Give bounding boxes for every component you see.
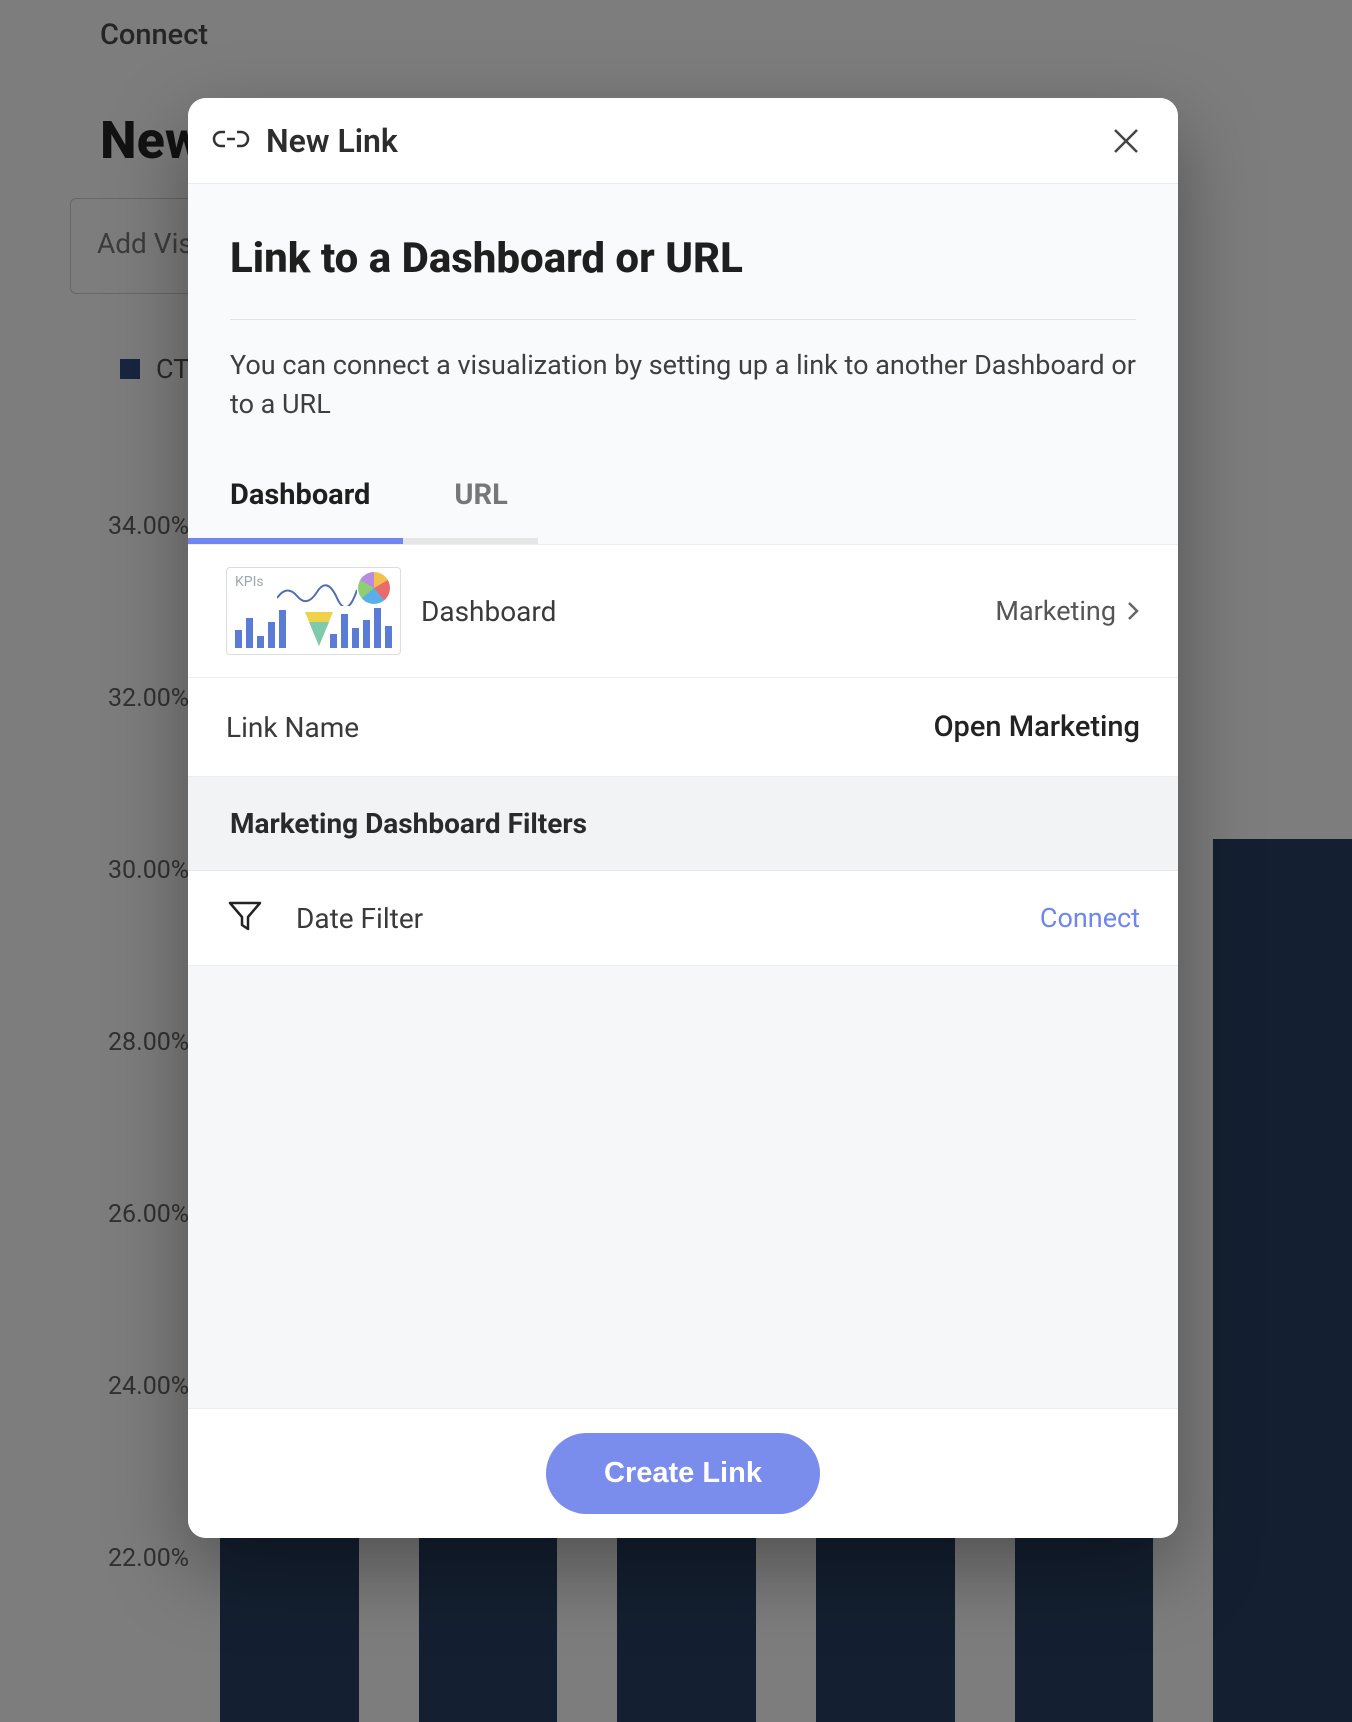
tabs: Dashboard URL (230, 478, 1136, 538)
dashboard-row-value: Marketing (995, 595, 1140, 627)
close-icon (1111, 126, 1141, 156)
filter-connect-link[interactable]: Connect (1040, 902, 1140, 934)
modal-footer: Create Link (188, 1408, 1178, 1538)
link-name-value: Open Marketing (934, 710, 1140, 744)
dashboard-selector-row[interactable]: KPIs Dashboard Marketing (188, 545, 1178, 678)
dashboard-thumbnail: KPIs (226, 567, 401, 655)
close-button[interactable] (1106, 121, 1146, 161)
dashboard-selected-name: Marketing (995, 595, 1116, 627)
tab-url[interactable]: URL (454, 478, 507, 538)
dashboard-row-label: Dashboard (421, 595, 556, 628)
link-icon (210, 127, 252, 155)
tab-underline-track (188, 538, 538, 544)
new-link-modal: New Link Link to a Dashboard or URL You … (188, 98, 1178, 1538)
filter-label: Date Filter (296, 902, 423, 935)
tab-dashboard[interactable]: Dashboard (230, 478, 370, 538)
filter-row-date: Date Filter Connect (188, 871, 1178, 966)
modal-top-section: Link to a Dashboard or URL You can conne… (188, 184, 1178, 545)
modal-empty-area (188, 966, 1178, 1408)
modal-title: Link to a Dashboard or URL (230, 234, 1136, 283)
create-link-button[interactable]: Create Link (546, 1433, 820, 1514)
link-name-row[interactable]: Link Name Open Marketing (188, 678, 1178, 777)
filters-section-header: Marketing Dashboard Filters (188, 777, 1178, 871)
modal-header: New Link (188, 98, 1178, 184)
modal-header-title: New Link (266, 122, 398, 160)
divider (230, 319, 1136, 320)
link-name-label: Link Name (226, 711, 359, 744)
chevron-right-icon (1126, 600, 1140, 622)
modal-description: You can connect a visualization by setti… (230, 346, 1136, 424)
filter-icon (226, 897, 264, 939)
tab-underline-active (188, 538, 403, 544)
